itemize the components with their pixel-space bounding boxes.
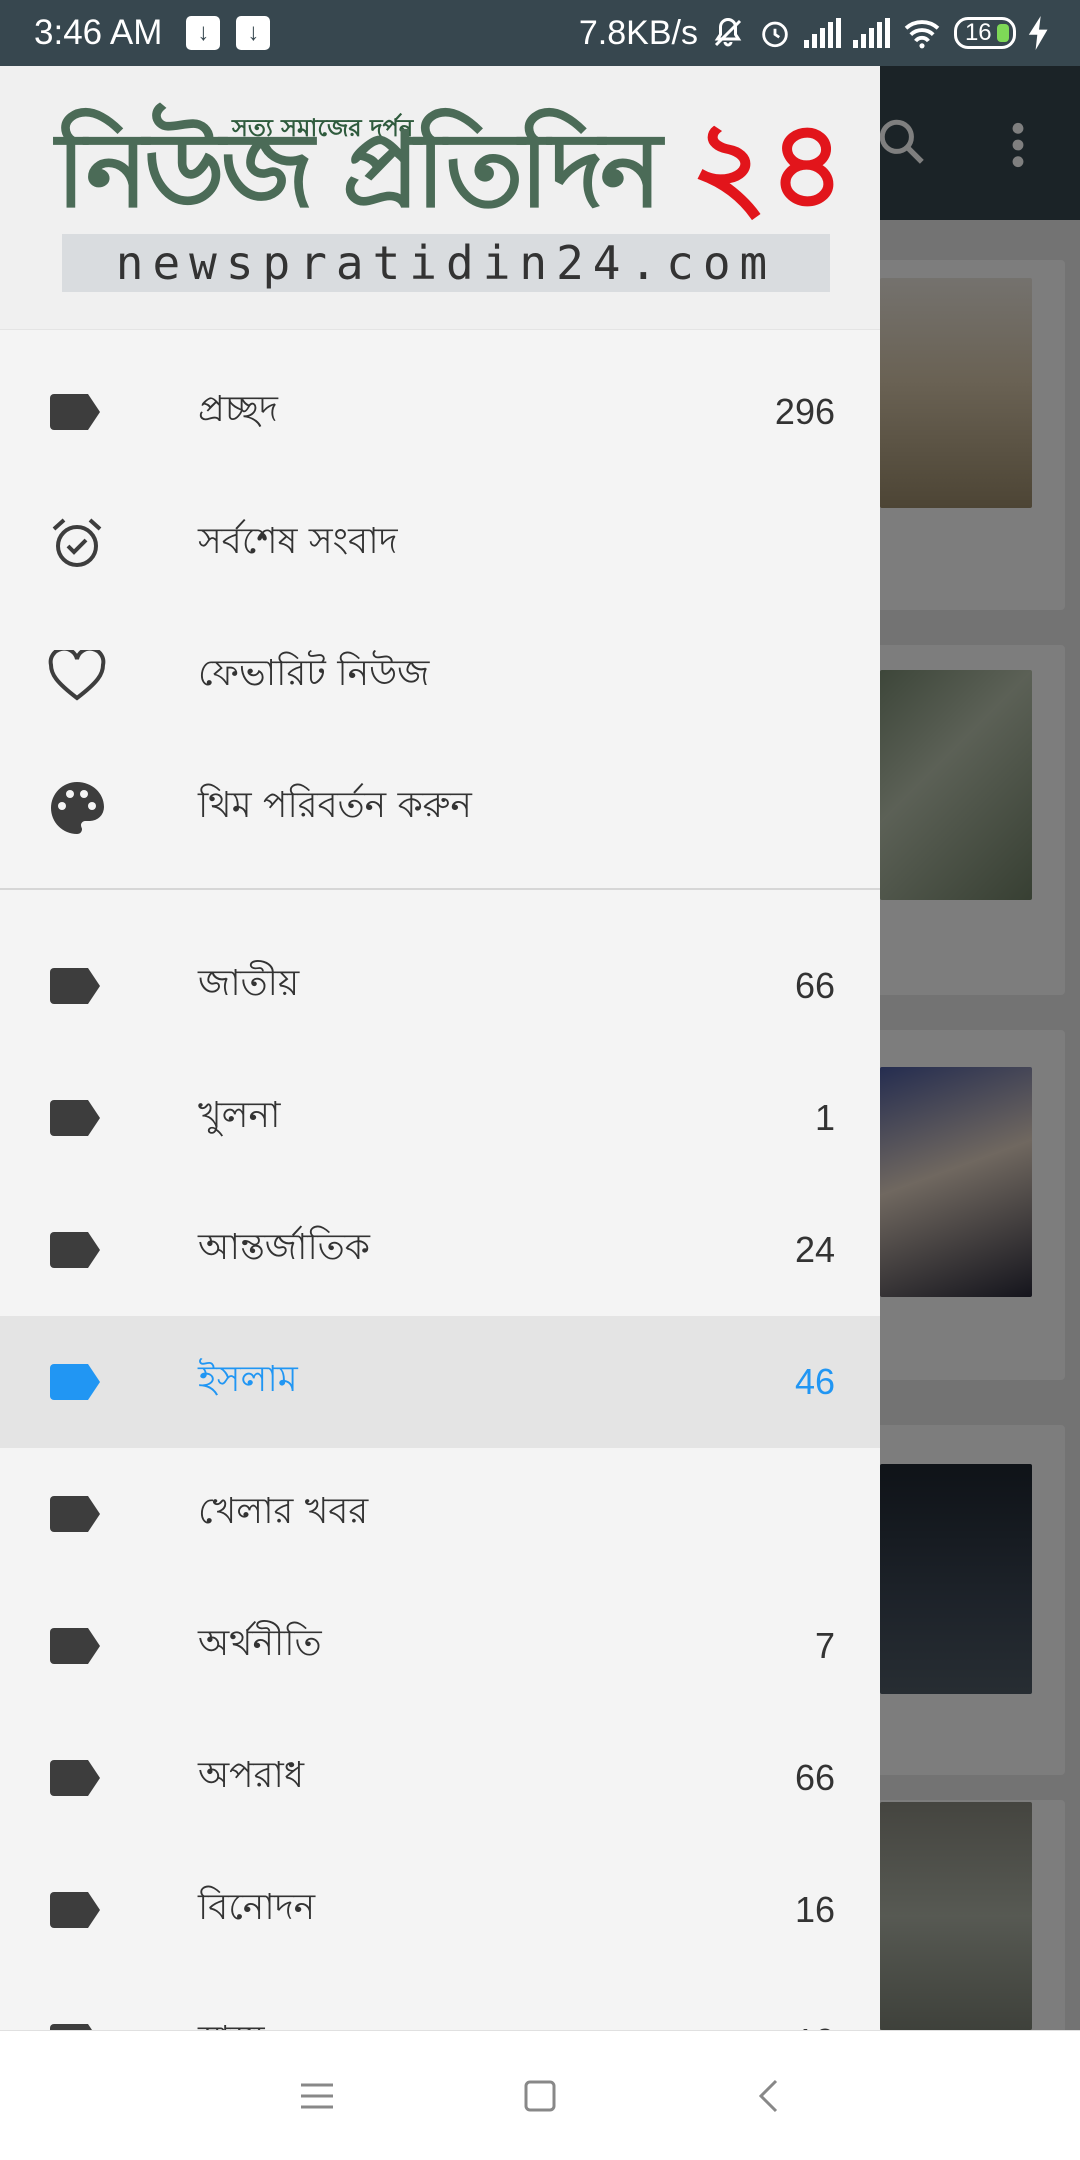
alarm-icon [762,21,788,48]
net-speed: 7.8KB/s [578,13,698,52]
logo-title: নিউজ প্রতিদিন [56,109,662,231]
category-count: 66 [794,1757,835,1798]
status-bar: 3:46 AM ↓ ↓ 7.8KB/s 16 [0,0,1080,66]
signal-icon [852,18,890,48]
mute-bell-icon [714,17,742,47]
back-chevron-icon [758,2079,778,2113]
label-icon [50,2024,92,2030]
category-label: জাতীয় [198,963,300,1004]
system-nav-bar [0,2030,1080,2160]
square-icon [524,2080,556,2112]
back-button[interactable] [733,2061,803,2131]
label-icon [50,1100,100,1136]
category-count: 16 [794,1889,835,1930]
category-item[interactable]: স্বাস্থ্য 10 [0,1976,880,2030]
menu-item-label: থিম পরিবর্তন করুন [198,785,472,826]
palette-icon [51,782,104,834]
category-label: স্বাস্থ্য [198,2012,265,2030]
signal-icon [803,18,841,48]
menu-divider [0,888,880,890]
category-label: আন্তর্জাতিক [198,1227,370,1268]
menu-item-label: ফেভারিট নিউজ [198,653,430,694]
category-label: খেলার খবর [198,1491,369,1532]
category-item[interactable]: খেলার খবর [0,1448,880,1580]
drawer-header: সত্য সমাজের দর্পন নিউজ প্রতিদিন ২৪ newsp… [0,66,880,330]
menu-item-label: সর্বশেষ সংবাদ [198,521,398,562]
charging-icon [1028,16,1048,50]
menu-item-label: প্রচ্ছদ [198,389,278,430]
logo-number: ২৪ [690,96,846,235]
category-label: অর্থনীতি [198,1623,322,1664]
heart-icon [48,650,106,701]
category-count: 46 [794,1361,835,1402]
label-icon [50,1364,100,1400]
category-item[interactable]: আন্তর্জাতিক 24 [0,1184,880,1316]
category-label: বিনোদন [198,1887,316,1928]
menu-item-favorites[interactable]: ফেভারিট নিউজ [0,610,880,742]
category-label: ইসলাম [198,1359,298,1400]
recents-button[interactable] [282,2061,352,2131]
label-icon [50,1232,100,1268]
menu-item-latest-news[interactable]: সর্বশেষ সংবাদ [0,478,880,610]
category-count: 7 [814,1625,835,1666]
label-icon [50,1760,100,1796]
category-item[interactable]: খুলনা 1 [0,1052,880,1184]
category-item[interactable]: অপরাধ 66 [0,1712,880,1844]
home-button[interactable] [505,2061,575,2131]
battery-icon: 16 [953,17,1016,49]
label-icon [50,968,100,1004]
download-icon: ↓ [236,16,271,50]
category-item[interactable]: অর্থনীতি 7 [0,1580,880,1712]
category-count: 10 [795,2021,835,2030]
label-icon [50,1496,100,1532]
status-time: 3:46 AM [34,13,163,52]
alarm-check-icon [52,518,102,567]
category-item-selected[interactable]: ইসলাম 46 [0,1316,880,1448]
category-item[interactable]: জাতীয় 66 [0,920,880,1052]
label-icon [50,1628,100,1664]
label-icon [50,1892,100,1928]
menu-item-home[interactable]: প্রচ্ছদ 296 [0,346,880,478]
category-label: খুলনা [198,1095,281,1136]
category-count: 1 [814,1097,835,1138]
category-item[interactable]: বিনোদন 16 [0,1844,880,1976]
logo-domain: newspratidin24.com [62,234,830,292]
label-icon [50,394,100,430]
battery-level: 16 [964,19,992,46]
navigation-drawer: সত্য সমাজের দর্পন নিউজ প্রতিদিন ২৪ newsp… [0,66,880,2030]
menu-item-count: 296 [774,391,835,432]
menu-item-change-theme[interactable]: থিম পরিবর্তন করুন [0,742,880,874]
category-count: 66 [794,965,835,1006]
menu-icon [301,2083,333,2109]
category-label: অপরাধ [198,1755,305,1796]
category-count: 24 [794,1229,835,1270]
drawer-scrim[interactable] [880,66,1080,2030]
download-icon: ↓ [186,16,221,50]
wifi-icon [904,20,940,49]
